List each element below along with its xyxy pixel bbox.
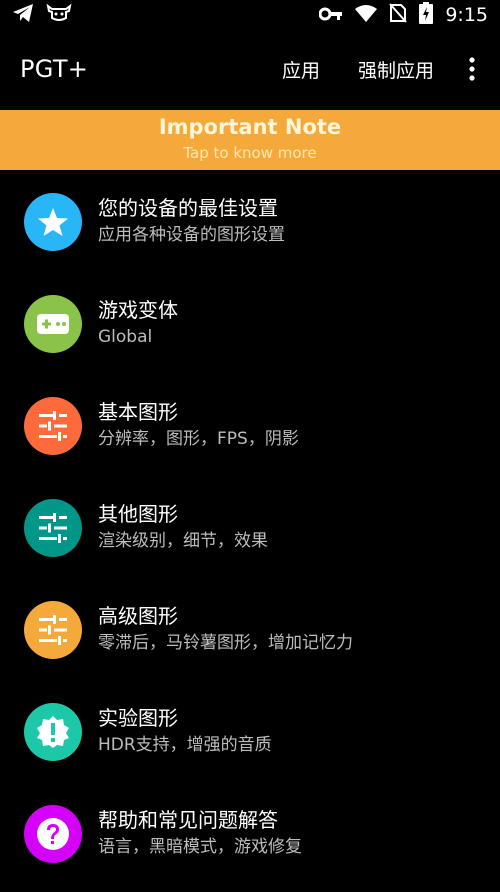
menu-item-title: 高级图形 <box>98 604 178 628</box>
no-sim-icon <box>389 3 408 27</box>
battery-charging-icon <box>419 2 434 28</box>
force-apply-button[interactable]: 强制应用 <box>358 56 434 83</box>
menu-item-best-settings[interactable]: 您的设备的最佳设置 应用各种设备的图形设置 <box>0 171 500 273</box>
tune-icon <box>24 499 82 557</box>
menu-item-title: 实验图形 <box>98 706 178 730</box>
new-badge-icon <box>24 703 82 761</box>
apply-button[interactable]: 应用 <box>282 56 320 83</box>
menu-item-subtitle: 应用各种设备的图形设置 <box>98 225 285 245</box>
status-time: 9:15 <box>445 4 488 26</box>
menu-item-subtitle: HDR支持，增强的音质 <box>98 735 272 755</box>
tune-icon <box>24 601 82 659</box>
telegram-icon <box>12 3 34 27</box>
key-icon <box>318 6 343 25</box>
menu-item-subtitle: 渲染级别，细节，效果 <box>98 531 268 551</box>
tune-icon <box>24 397 82 455</box>
menu-item-subtitle: 分辨率，图形，FPS，阴影 <box>98 429 299 449</box>
wifi-icon <box>355 4 378 26</box>
menu-item-experimental-graphics[interactable]: 实验图形 HDR支持，增强的音质 <box>0 681 500 783</box>
cow-icon <box>46 3 72 27</box>
note-subtitle: Tap to know more <box>183 144 317 162</box>
menu-item-title: 帮助和常见问题解答 <box>98 808 278 832</box>
menu-list: 您的设备的最佳设置 应用各种设备的图形设置 游戏变体 Global 基本图形 分… <box>0 171 500 885</box>
menu-item-subtitle: 语言，黑暗模式，游戏修复 <box>98 837 302 857</box>
menu-item-other-graphics[interactable]: 其他图形 渲染级别，细节，效果 <box>0 477 500 579</box>
menu-item-subtitle: 零滞后，马铃薯图形，增加记忆力 <box>98 633 353 653</box>
menu-item-help-faq[interactable]: 帮助和常见问题解答 语言，黑暗模式，游戏修复 <box>0 783 500 885</box>
status-bar: 9:15 <box>0 0 500 30</box>
star-icon <box>24 193 82 251</box>
menu-item-basic-graphics[interactable]: 基本图形 分辨率，图形，FPS，阴影 <box>0 375 500 477</box>
important-note-banner[interactable]: Important Note Tap to know more <box>0 110 500 170</box>
menu-item-advanced-graphics[interactable]: 高级图形 零滞后，马铃薯图形，增加记忆力 <box>0 579 500 681</box>
gamepad-icon <box>24 295 82 353</box>
menu-item-title: 您的设备的最佳设置 <box>98 196 278 220</box>
note-title: Important Note <box>158 115 342 139</box>
menu-item-title: 基本图形 <box>98 400 178 424</box>
menu-item-title: 游戏变体 <box>98 298 178 322</box>
more-vert-icon[interactable] <box>462 57 482 81</box>
app-title: PGT+ <box>20 55 89 83</box>
menu-item-subtitle: Global <box>98 327 153 347</box>
app-bar: PGT+ 应用 强制应用 <box>0 30 500 108</box>
menu-item-title: 其他图形 <box>98 502 178 526</box>
status-left <box>12 3 72 27</box>
menu-item-game-variant[interactable]: 游戏变体 Global <box>0 273 500 375</box>
status-right: 9:15 <box>318 2 488 28</box>
help-icon <box>24 805 82 863</box>
